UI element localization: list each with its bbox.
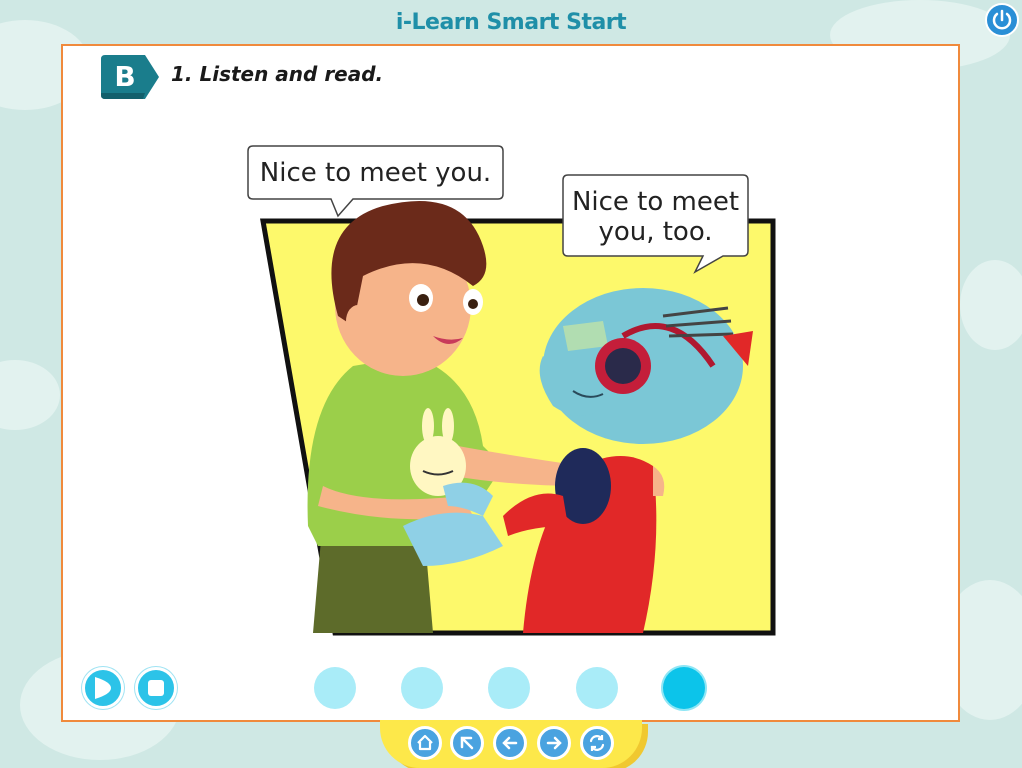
previous-icon <box>502 736 518 750</box>
app-title: i-Learn Smart Start <box>395 10 627 35</box>
navigation-tray <box>380 720 642 768</box>
background-cloud <box>960 260 1022 350</box>
home-icon <box>417 734 433 751</box>
refresh-button[interactable] <box>580 726 614 760</box>
alien-speech-text-line2: you, too. <box>598 217 713 247</box>
page-dot-3[interactable] <box>488 667 530 709</box>
next-button[interactable] <box>537 726 571 760</box>
page-dot-5-active[interactable] <box>663 667 705 709</box>
power-button[interactable] <box>985 3 1019 37</box>
dialogue-illustration <box>247 145 776 636</box>
page-dot-1[interactable] <box>314 667 356 709</box>
back-up-icon <box>460 736 474 750</box>
next-icon <box>546 736 562 750</box>
alien-speech-text-line1: Nice to meet <box>571 187 740 217</box>
play-button[interactable] <box>82 667 124 709</box>
stop-button[interactable] <box>135 667 177 709</box>
home-button[interactable] <box>408 726 442 760</box>
boy-speech-text: Nice to meet you. <box>259 158 492 188</box>
page-dot-4[interactable] <box>576 667 618 709</box>
back-up-button[interactable] <box>450 726 484 760</box>
refresh-icon <box>589 735 605 751</box>
background-cloud <box>0 360 60 430</box>
page-dot-2[interactable] <box>401 667 443 709</box>
stop-icon <box>148 680 164 696</box>
previous-button[interactable] <box>493 726 527 760</box>
activity-panel: B 1. Listen and read. Nice to meet you. … <box>61 44 960 722</box>
power-icon <box>992 9 1012 30</box>
play-icon <box>95 677 111 699</box>
